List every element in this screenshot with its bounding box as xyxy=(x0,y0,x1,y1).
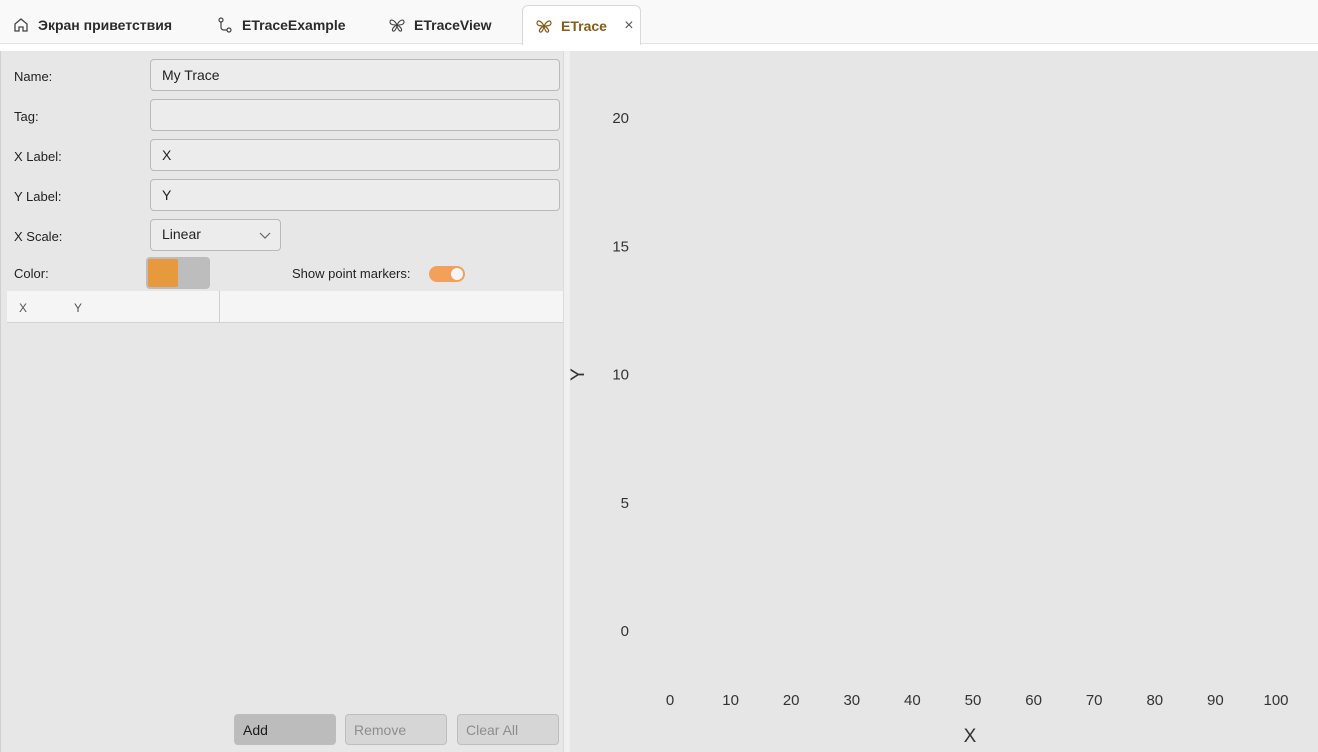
panel-splitter[interactable] xyxy=(563,51,570,752)
tab-etraceview[interactable]: ETraceView xyxy=(376,5,520,44)
x-tick-label: 50 xyxy=(965,692,982,709)
x-scale-value: Linear xyxy=(162,226,201,242)
toggle-knob xyxy=(451,268,463,280)
y-axis-label: Y xyxy=(570,368,589,381)
y-tick-label: 15 xyxy=(612,238,629,255)
x-tick-label: 30 xyxy=(843,692,860,709)
y-label-label: Y Label: xyxy=(14,189,62,204)
y-tick-label: 0 xyxy=(621,623,629,640)
close-icon[interactable]: × xyxy=(621,17,637,35)
x-scale-select[interactable]: Linear xyxy=(150,219,281,251)
show-point-markers-toggle[interactable] xyxy=(429,266,465,282)
name-input[interactable] xyxy=(150,59,560,91)
y-tick-label: 20 xyxy=(612,110,629,127)
x-tick-label: 0 xyxy=(666,692,674,709)
tab-welcome[interactable]: Экран приветствия xyxy=(0,5,200,44)
x-tick-label: 20 xyxy=(783,692,800,709)
x-axis-label: X xyxy=(964,726,977,747)
butterfly-icon xyxy=(536,19,552,33)
name-label: Name: xyxy=(14,69,53,84)
tab-etrace[interactable]: ETrace × xyxy=(522,5,641,45)
x-tick-label: 100 xyxy=(1263,692,1288,709)
tab-label: ETraceExample xyxy=(242,16,346,33)
home-icon xyxy=(14,17,28,32)
x-scale-label: X Scale: xyxy=(14,229,63,244)
column-header-y[interactable]: Y xyxy=(74,301,82,315)
remove-button[interactable]: Remove xyxy=(345,714,447,745)
column-divider[interactable] xyxy=(219,291,220,323)
graph-nodes-icon xyxy=(218,16,232,33)
tab-label: ETrace xyxy=(561,17,607,34)
add-button[interactable]: Add xyxy=(234,714,336,745)
show-point-markers-label: Show point markers: xyxy=(292,266,411,281)
color-swatch xyxy=(148,259,178,287)
butterfly-icon xyxy=(389,19,405,32)
tab-label: ETraceView xyxy=(414,16,492,33)
y-tick-label: 5 xyxy=(621,495,629,512)
y-tick-label: 10 xyxy=(612,367,629,384)
trace-editor-panel: Name: Tag: X Label: Y Label: X Scale: Li… xyxy=(0,51,564,752)
column-header-x[interactable]: X xyxy=(19,301,27,315)
chart-canvas: 0 5 10 15 20 0 10 20 30 40 50 60 70 80 90 100 X Y xyxy=(570,110,1289,747)
tab-etraceexample[interactable]: ETraceExample xyxy=(204,5,374,44)
trace-chart: 0 5 10 15 20 0 10 20 30 40 50 60 70 80 90 100 X Y xyxy=(570,51,1318,752)
tag-input[interactable] xyxy=(150,99,560,131)
y-label-input[interactable] xyxy=(150,179,560,211)
tab-bar: Экран приветствия ETraceExample ETraceVi… xyxy=(0,0,1318,45)
color-picker-button[interactable] xyxy=(146,257,210,289)
x-tick-label: 10 xyxy=(722,692,739,709)
tag-label: Tag: xyxy=(14,109,39,124)
color-label: Color: xyxy=(14,266,49,281)
data-grid-header: X Y xyxy=(7,291,564,323)
chevron-down-icon xyxy=(259,232,271,239)
tab-label: Экран приветствия xyxy=(38,16,172,33)
x-label-input[interactable] xyxy=(150,139,560,171)
x-tick-label: 40 xyxy=(904,692,921,709)
x-tick-label: 60 xyxy=(1025,692,1042,709)
x-tick-label: 80 xyxy=(1146,692,1163,709)
x-tick-label: 90 xyxy=(1207,692,1224,709)
x-label-label: X Label: xyxy=(14,149,62,164)
clear-all-button[interactable]: Clear All xyxy=(457,714,559,745)
x-tick-label: 70 xyxy=(1086,692,1103,709)
